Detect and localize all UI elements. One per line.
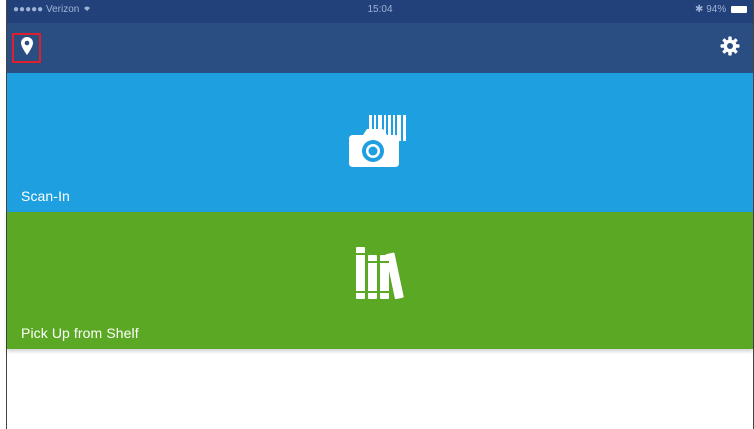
battery-icon — [731, 5, 747, 13]
bluetooth-icon: ✱ — [695, 4, 704, 15]
pick-up-from-shelf-label: Pick Up from Shelf — [21, 325, 139, 341]
location-pin-icon — [20, 36, 33, 60]
settings-button[interactable] — [719, 36, 741, 61]
pick-up-from-shelf-tile[interactable]: Pick Up from Shelf — [7, 212, 753, 349]
status-time: 15:04 — [367, 4, 393, 15]
status-bar: ●●●●● Verizon 15:04 ✱ 94% — [7, 0, 753, 23]
scan-in-label: Scan-In — [21, 188, 70, 204]
app-frame: ●●●●● Verizon 15:04 ✱ 94% Scan-In Pick U… — [6, 0, 754, 429]
nav-bar — [7, 23, 753, 73]
location-button[interactable] — [12, 33, 41, 63]
books-icon — [354, 245, 406, 306]
camera-barcode-icon — [349, 113, 411, 174]
gear-icon — [720, 36, 740, 61]
status-right: ✱ 94% — [695, 4, 747, 15]
scan-in-tile[interactable]: Scan-In — [7, 73, 753, 212]
battery-percent: 94% — [706, 4, 727, 15]
